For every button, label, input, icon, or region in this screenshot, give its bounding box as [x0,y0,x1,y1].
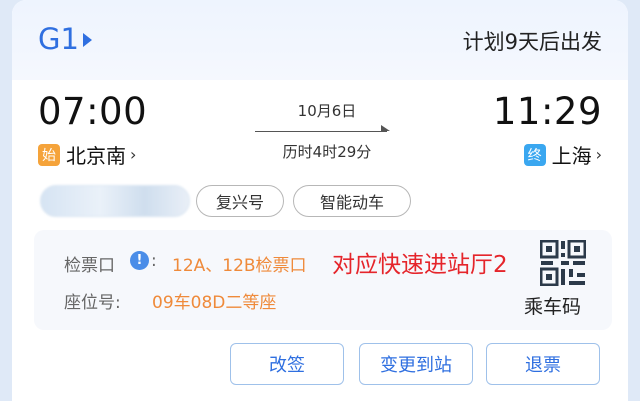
departure-station[interactable]: 始 北京南 › [38,140,136,169]
train-number-link[interactable]: G1 [38,22,92,56]
blurred-passenger-pill [40,185,190,217]
gate-colon: : [151,251,157,271]
trip-duration: 历时4时29分 [282,143,372,161]
info-icon[interactable]: ! [130,251,149,270]
boarding-info-panel: 检票口 ! : 12A、12B检票口 座位号: 09车08D二等座 对应快速进站… [34,230,612,330]
departure-plan-text: 计划9天后出发 [462,30,602,54]
seat-label: 座位号: [64,293,121,313]
trip-arrow-line [255,131,387,132]
play-triangle-icon [82,33,92,47]
start-tag-icon: 始 [38,143,60,166]
end-tag-icon: 终 [523,143,546,166]
ticket-card: G1 计划9天后出发 07:00 11:29 始 北京南 › 终 上海 › 10… [12,0,628,401]
ticket-header: G1 计划9天后出发 [12,0,628,80]
tag-fuxing: 复兴号 [196,185,284,217]
departure-station-name: 北京南 [66,144,126,168]
change-destination-button[interactable]: 变更到站 [359,343,473,385]
seat-value: 09车08D二等座 [152,293,277,313]
train-number: G1 [38,22,79,56]
fast-entry-annotation: 对应快速进站厅2 [332,252,508,278]
rebook-button[interactable]: 改签 [230,343,344,385]
arrival-station[interactable]: 终 上海 › [523,140,602,169]
refund-button[interactable]: 退票 [486,343,600,385]
trip-arrow-head-icon [381,125,390,131]
arrival-station-name: 上海 [551,144,592,168]
chevron-right-icon: › [130,145,137,164]
gate-label: 检票口 [64,256,115,276]
arrival-time: 11:29 [492,90,602,133]
tag-smart-emu: 智能动车 [293,185,411,217]
qr-code-icon[interactable] [540,240,586,286]
qr-code-label[interactable]: 乘车码 [524,292,581,319]
chevron-right-icon: › [595,145,602,164]
travel-date: 10月6日 [297,102,357,120]
departure-time: 07:00 [38,90,148,133]
gate-value: 12A、12B检票口 [172,256,307,276]
